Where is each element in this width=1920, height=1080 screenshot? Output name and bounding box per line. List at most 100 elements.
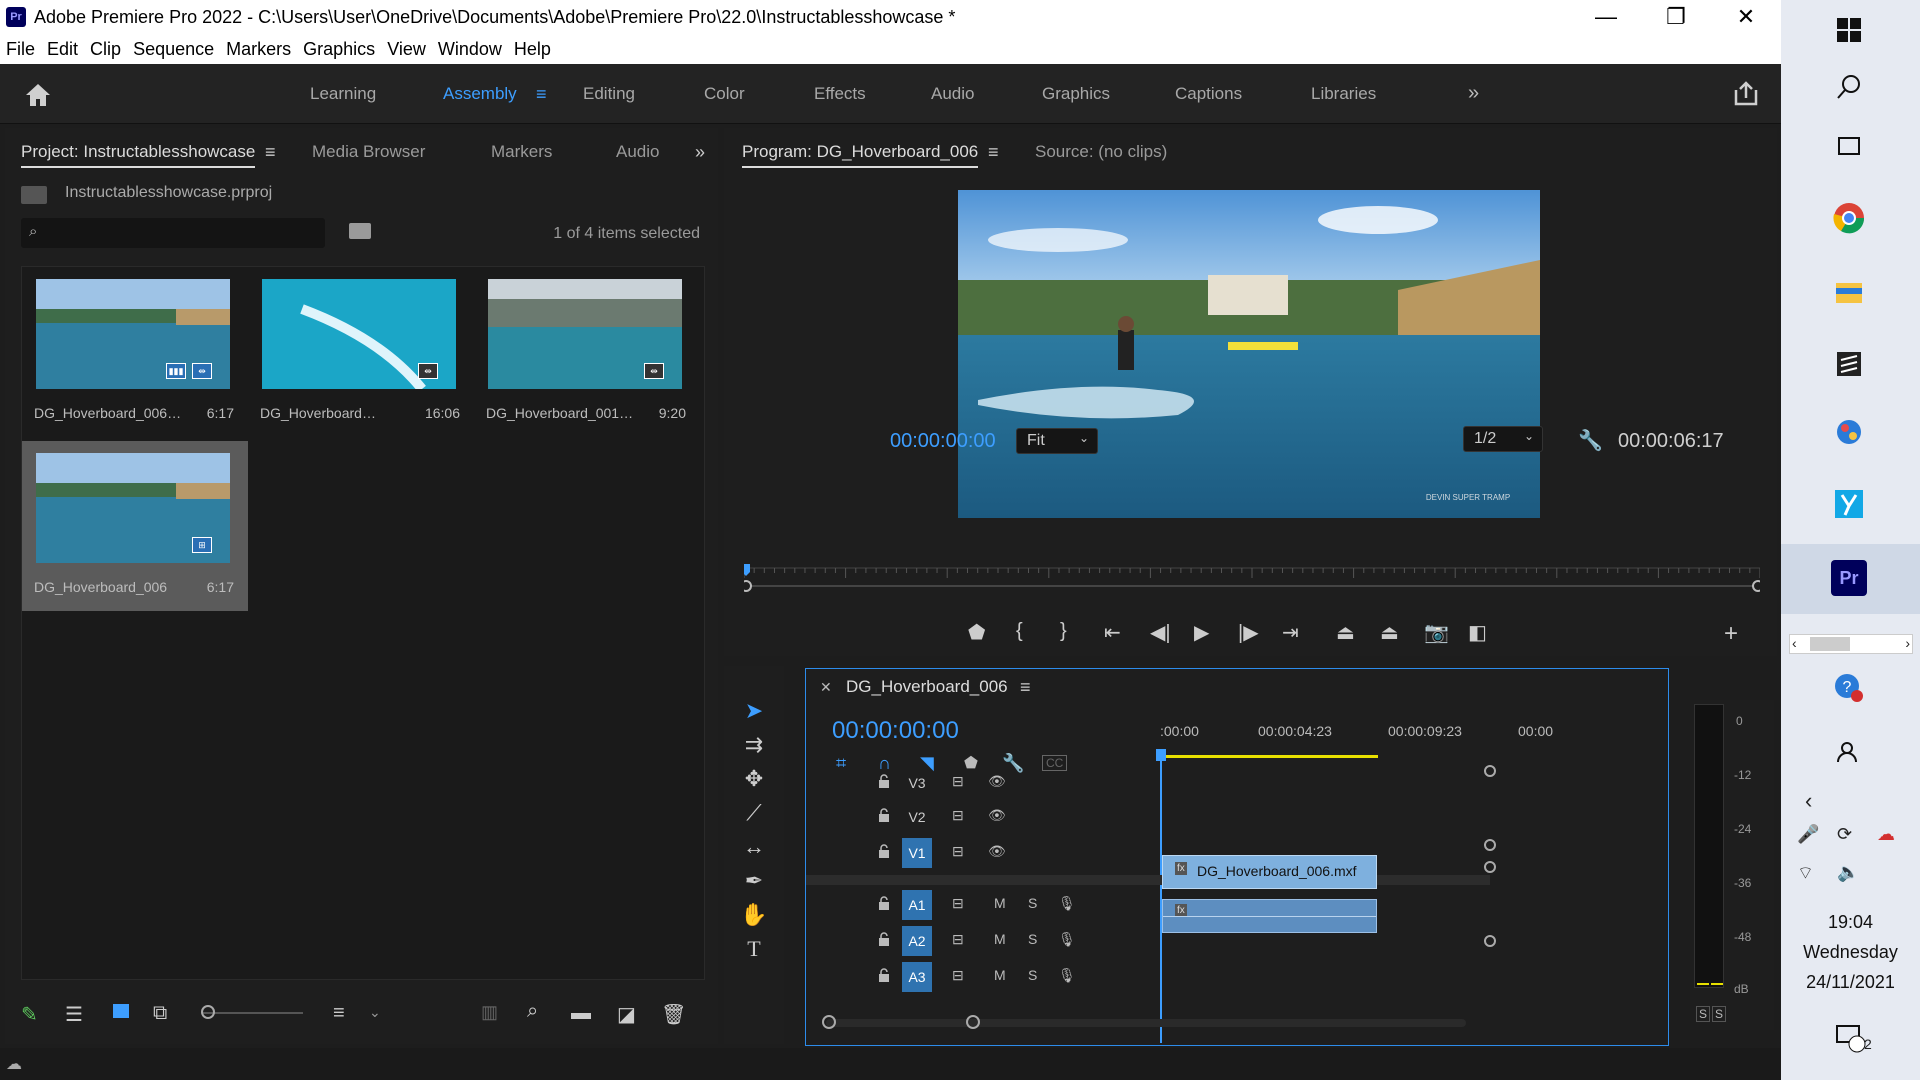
play-icon[interactable]: ▶ xyxy=(1194,620,1209,645)
tab-media-browser[interactable]: Media Browser xyxy=(312,142,425,162)
eye-icon[interactable]: 👁 xyxy=(988,773,1006,790)
tab-audio[interactable]: Audio xyxy=(616,142,659,162)
playhead-handle[interactable] xyxy=(1156,749,1166,761)
resolution-dropdown[interactable]: 1/2 ⌄ xyxy=(1463,426,1543,452)
creative-cloud-icon[interactable]: ☁ xyxy=(6,1054,22,1074)
mark-in-icon[interactable]: { xyxy=(1016,620,1023,643)
taskbar-scrollbar[interactable]: ‹ › xyxy=(1789,634,1913,654)
program-menu-icon[interactable]: ≡ xyxy=(988,142,999,163)
tab-project[interactable]: Project: Instructablesshowcase xyxy=(21,142,256,168)
paint-app-icon[interactable] xyxy=(1831,414,1867,450)
razor-tool-icon[interactable]: ⟋ xyxy=(738,800,770,830)
clock-time[interactable]: 19:04 xyxy=(1781,912,1920,933)
sync-lock-icon[interactable]: ⊟ xyxy=(952,967,964,984)
solo-button[interactable]: S xyxy=(1028,895,1037,911)
sync-lock-icon[interactable]: ⊟ xyxy=(952,895,964,912)
track-name[interactable]: V1 xyxy=(902,838,932,868)
automate-to-sequence-icon[interactable]: ▥ xyxy=(481,1002,498,1023)
premiere-taskbar-icon[interactable]: Pr xyxy=(1831,560,1867,596)
clock-date[interactable]: 24/11/2021 xyxy=(1781,972,1920,993)
slip-tool-icon[interactable]: ↔ xyxy=(738,834,770,864)
menu-graphics[interactable]: Graphics xyxy=(297,39,381,60)
solo-left-button[interactable]: S xyxy=(1696,1006,1711,1022)
file-explorer-icon[interactable] xyxy=(1831,274,1867,310)
scrollbar-left-handle[interactable] xyxy=(822,1015,836,1029)
audio-level-line[interactable] xyxy=(1163,916,1376,917)
lock-icon[interactable] xyxy=(878,932,890,946)
wifi-icon[interactable]: ⌔ xyxy=(1797,862,1814,885)
close-sequence-icon[interactable]: ✕ xyxy=(820,679,832,696)
freeform-view-icon[interactable]: ⧉ xyxy=(153,1002,167,1025)
export-frame-icon[interactable]: 📷 xyxy=(1424,620,1449,645)
workspace-overflow-icon[interactable]: » xyxy=(1468,82,1479,105)
project-item-selected[interactable]: ⊞ DG_Hoverboard_006 6:17 xyxy=(22,441,248,611)
list-view-icon[interactable]: ☰ xyxy=(65,1002,83,1027)
sync-lock-icon[interactable]: ⊟ xyxy=(952,807,964,824)
minimize-button[interactable]: — xyxy=(1571,0,1641,34)
new-bin-folder-icon[interactable]: ▬ xyxy=(571,1002,591,1025)
solo-button[interactable]: S xyxy=(1028,931,1037,947)
new-bin-icon[interactable] xyxy=(349,223,371,239)
menu-view[interactable]: View xyxy=(381,39,432,60)
workspace-tab-graphics[interactable]: Graphics xyxy=(1042,84,1110,104)
lift-icon[interactable]: ⏏ xyxy=(1336,620,1355,645)
menu-help[interactable]: Help xyxy=(508,39,557,60)
project-panel-menu-icon[interactable]: ≡ xyxy=(265,142,276,163)
pen-tool-icon[interactable]: ✒ xyxy=(738,868,770,898)
comparison-view-icon[interactable]: ◧ xyxy=(1468,620,1487,645)
onedrive-sync-icon[interactable]: ⟳ xyxy=(1837,824,1852,845)
sort-dropdown-icon[interactable]: ⌄ xyxy=(369,1004,381,1021)
timeline-menu-icon[interactable]: ≡ xyxy=(1020,677,1031,698)
extract-icon[interactable]: ⏏ xyxy=(1380,620,1399,645)
microphone-icon[interactable]: 🎤 xyxy=(1797,824,1819,845)
vertical-zoom-handle[interactable] xyxy=(1484,935,1496,947)
close-button[interactable]: ✕ xyxy=(1711,0,1781,34)
search-icon[interactable] xyxy=(1831,70,1867,106)
task-view-icon[interactable] xyxy=(1831,128,1867,164)
type-tool-icon[interactable]: T xyxy=(738,936,770,966)
cloud-error-icon[interactable]: ☁ xyxy=(1877,824,1895,845)
vertical-zoom-handle[interactable] xyxy=(1484,839,1496,851)
sync-lock-icon[interactable]: ⊟ xyxy=(952,773,964,790)
sync-lock-icon[interactable]: ⊟ xyxy=(952,843,964,860)
workspace-tab-color[interactable]: Color xyxy=(704,84,745,104)
timeline-ruler[interactable]: :00:00 00:00:04:23 00:00:09:23 00:00 xyxy=(1160,719,1648,759)
track-name[interactable]: A3 xyxy=(902,962,932,992)
find-icon[interactable]: ⌕ xyxy=(527,1000,538,1023)
go-to-in-icon[interactable]: ⇤ xyxy=(1104,620,1121,645)
project-item[interactable]: ⇹ DG_Hoverboard_001.mxf 9:20 xyxy=(474,267,700,437)
scroll-thumb[interactable] xyxy=(1810,637,1850,651)
program-current-timecode[interactable]: 00:00:00:00 xyxy=(890,430,996,453)
share-icon[interactable] xyxy=(1732,80,1760,106)
tab-program[interactable]: Program: DG_Hoverboard_006 xyxy=(742,142,979,168)
zoom-slider[interactable] xyxy=(203,1012,303,1014)
tab-markers[interactable]: Markers xyxy=(491,142,552,162)
solo-right-button[interactable]: S xyxy=(1712,1006,1727,1022)
pencil-icon[interactable]: ✎ xyxy=(21,1002,38,1027)
mute-button[interactable]: M xyxy=(994,895,1006,911)
tab-source[interactable]: Source: (no clips) xyxy=(1035,142,1167,162)
menu-clip[interactable]: Clip xyxy=(84,39,127,60)
menu-file[interactable]: File xyxy=(0,39,41,60)
sort-icon[interactable]: ≡ xyxy=(333,1002,345,1025)
lock-icon[interactable] xyxy=(878,808,890,822)
project-item[interactable]: ▮▮▮ ⇹ DG_Hoverboard_006.mxf 6:17 xyxy=(22,267,248,437)
home-icon[interactable] xyxy=(24,82,52,108)
help-alert-icon[interactable]: ? xyxy=(1831,670,1867,706)
notification-icon[interactable] xyxy=(1831,1018,1867,1054)
mute-button[interactable]: M xyxy=(994,967,1006,983)
chevron-right-icon[interactable]: › xyxy=(1905,635,1910,651)
panel-overflow-icon[interactable]: » xyxy=(695,142,705,163)
solo-button[interactable]: S xyxy=(1028,967,1037,983)
lock-icon[interactable] xyxy=(878,896,890,910)
wrench-icon[interactable]: 🔧 xyxy=(1578,428,1603,453)
microphone-icon[interactable]: 🎙 xyxy=(1058,967,1076,984)
volume-icon[interactable]: 🔈 xyxy=(1837,862,1859,883)
workspace-tab-editing[interactable]: Editing xyxy=(583,84,635,104)
mute-button[interactable]: M xyxy=(994,931,1006,947)
app-icon[interactable] xyxy=(1831,346,1867,382)
track-divider[interactable] xyxy=(806,875,1490,885)
clock-day[interactable]: Wednesday xyxy=(1781,942,1920,963)
menu-sequence[interactable]: Sequence xyxy=(127,39,220,60)
audio-clip[interactable]: fx xyxy=(1162,899,1377,933)
